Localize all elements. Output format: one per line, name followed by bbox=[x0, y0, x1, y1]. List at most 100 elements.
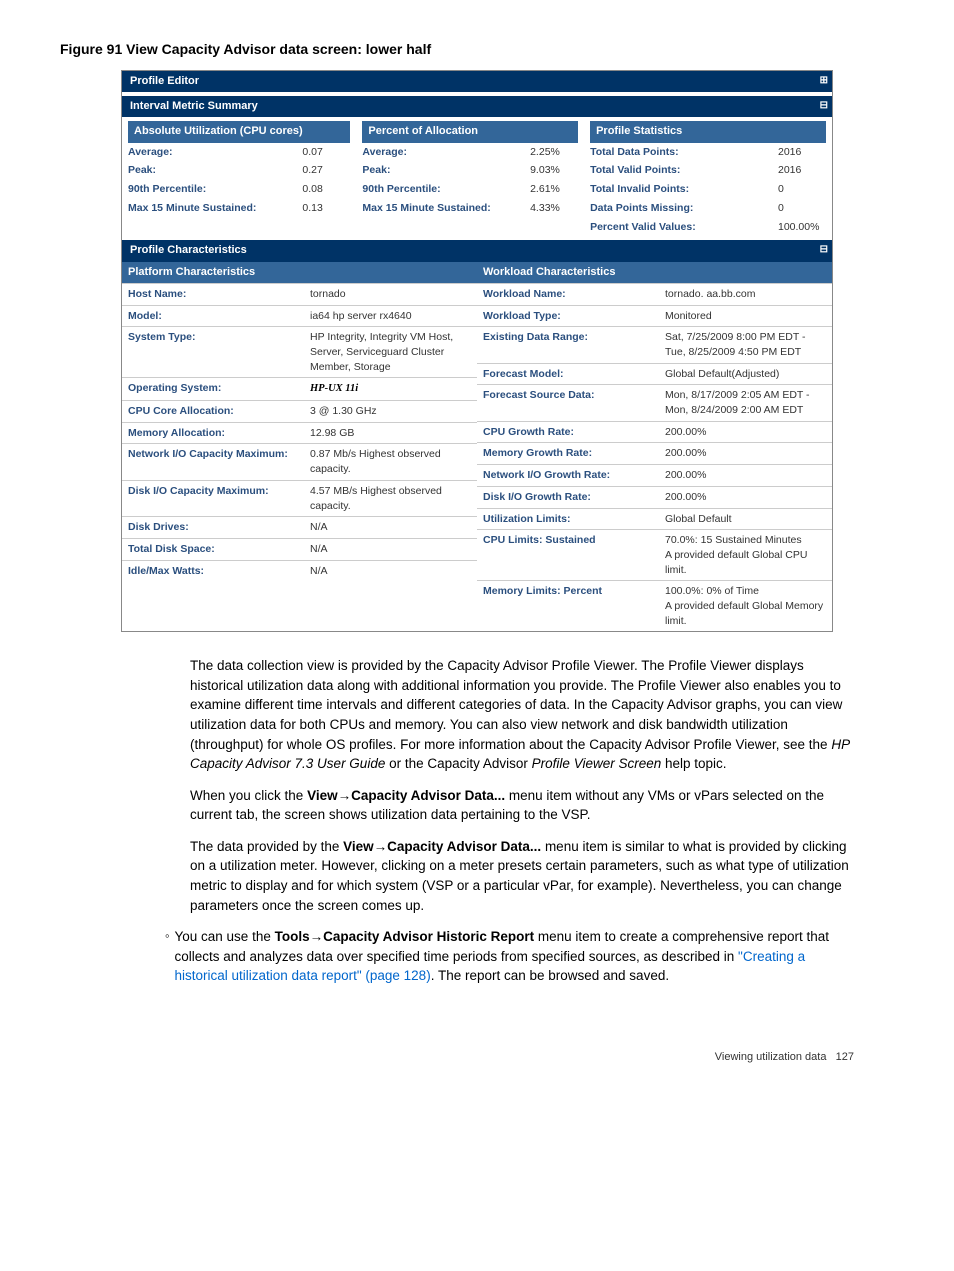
row-label: Model: bbox=[122, 305, 304, 327]
row-val: 200.00% bbox=[659, 486, 832, 508]
table-row: Disk I/O Capacity Maximum:4.57 MB/s High… bbox=[122, 480, 477, 516]
metric-val: 2.25% bbox=[530, 145, 578, 160]
paragraph: The data provided by the View→Capacity A… bbox=[190, 837, 854, 915]
metric-row: 90th Percentile:0.08 bbox=[128, 180, 350, 199]
row-val: Global Default(Adjusted) bbox=[659, 363, 832, 385]
text: The data collection view is provided by … bbox=[190, 658, 842, 751]
metric-row: Total Invalid Points:0 bbox=[590, 180, 826, 199]
profile-char-title: Profile Characteristics bbox=[130, 244, 247, 256]
metric-row: Data Points Missing:0 bbox=[590, 199, 826, 218]
table-row: Disk I/O Growth Rate:200.00% bbox=[477, 486, 832, 508]
table-row: Utilization Limits:Global Default bbox=[477, 508, 832, 530]
minus-icon[interactable]: ⊟ bbox=[820, 99, 828, 113]
metric-label: Peak: bbox=[128, 163, 302, 178]
row-val: ia64 hp server rx4640 bbox=[304, 305, 477, 327]
metric-label: 90th Percentile: bbox=[128, 182, 302, 197]
row-label: Disk I/O Growth Rate: bbox=[477, 486, 659, 508]
row-label: Memory Allocation: bbox=[122, 422, 304, 444]
metric-val: 0.27 bbox=[302, 163, 350, 178]
metric-val: 0.07 bbox=[302, 145, 350, 160]
table-row: CPU Growth Rate:200.00% bbox=[477, 421, 832, 443]
bold-text: View→Capacity Advisor Data... bbox=[307, 788, 505, 803]
metric-row: 90th Percentile:2.61% bbox=[362, 180, 578, 199]
profile-editor-header: Profile Editor ⊞ bbox=[122, 71, 832, 92]
metric-label: Max 15 Minute Sustained: bbox=[362, 201, 530, 216]
row-val: Monitored bbox=[659, 305, 832, 327]
metric-val: 9.03% bbox=[530, 163, 578, 178]
page-number: 127 bbox=[836, 1051, 854, 1063]
row-val: HP Integrity, Integrity VM Host, Server,… bbox=[304, 327, 477, 378]
row-val: 3 @ 1.30 GHz bbox=[304, 401, 477, 423]
text: or the Capacity Advisor bbox=[385, 756, 531, 771]
metric-label: Percent Valid Values: bbox=[590, 220, 778, 235]
screenshot-panel: Profile Editor ⊞ Interval Metric Summary… bbox=[121, 70, 833, 633]
table-row: Workload Type:Monitored bbox=[477, 305, 832, 327]
metric-val: 0 bbox=[778, 182, 826, 197]
text: help topic. bbox=[661, 756, 726, 771]
table-row: Forecast Source Data:Mon, 8/17/2009 2:05… bbox=[477, 385, 832, 421]
text: . The report can be browsed and saved. bbox=[431, 968, 669, 983]
table-row: Idle/Max Watts:N/A bbox=[122, 560, 477, 581]
table-row: Host Name:tornado bbox=[122, 283, 477, 305]
page-footer: Viewing utilization data 127 bbox=[60, 1050, 854, 1065]
row-label: Disk I/O Capacity Maximum: bbox=[122, 480, 304, 516]
abs-util-header: Absolute Utilization (CPU cores) bbox=[128, 121, 350, 142]
metric-label: Total Invalid Points: bbox=[590, 182, 778, 197]
row-label: Memory Limits: Percent bbox=[477, 581, 659, 632]
minus-icon[interactable]: ⊟ bbox=[820, 243, 828, 257]
metric-label: Total Valid Points: bbox=[590, 163, 778, 178]
row-label: Forecast Model: bbox=[477, 363, 659, 385]
platform-char-header: Platform Characteristics bbox=[122, 262, 477, 283]
metric-row: Total Valid Points:2016 bbox=[590, 161, 826, 180]
bullet-marker: ◦ bbox=[165, 927, 175, 990]
interval-metric-body: Absolute Utilization (CPU cores) Average… bbox=[122, 117, 832, 240]
metric-val: 2016 bbox=[778, 163, 826, 178]
row-label: Network I/O Growth Rate: bbox=[477, 465, 659, 487]
row-val: 4.57 MB/s Highest observed capacity. bbox=[304, 480, 477, 516]
row-label: CPU Limits: Sustained bbox=[477, 530, 659, 581]
row-val: Mon, 8/17/2009 2:05 AM EDT - Mon, 8/24/2… bbox=[659, 385, 832, 421]
platform-char-table: Host Name:tornado Model:ia64 hp server r… bbox=[122, 283, 477, 581]
table-row: System Type:HP Integrity, Integrity VM H… bbox=[122, 327, 477, 378]
row-val: 100.0%: 0% of Time A provided default Gl… bbox=[659, 581, 832, 632]
metric-row: Max 15 Minute Sustained:4.33% bbox=[362, 199, 578, 218]
row-val: 12.98 GB bbox=[304, 422, 477, 444]
metric-label: Peak: bbox=[362, 163, 530, 178]
profile-char-header: Profile Characteristics ⊟ bbox=[122, 240, 832, 261]
metric-label: Total Data Points: bbox=[590, 145, 778, 160]
interval-metric-title: Interval Metric Summary bbox=[130, 100, 258, 112]
table-row: Disk Drives:N/A bbox=[122, 517, 477, 539]
bullet-item: ◦ You can use the Tools→Capacity Advisor… bbox=[165, 927, 854, 990]
row-label: Workload Name: bbox=[477, 283, 659, 305]
row-label: Utilization Limits: bbox=[477, 508, 659, 530]
figure-caption: Figure 91 View Capacity Advisor data scr… bbox=[60, 40, 894, 60]
bold-text: Tools→Capacity Advisor Historic Report bbox=[275, 929, 535, 944]
metric-label: 90th Percentile: bbox=[362, 182, 530, 197]
plus-icon[interactable]: ⊞ bbox=[820, 74, 828, 88]
profile-stats-header: Profile Statistics bbox=[590, 121, 826, 142]
text: When you click the bbox=[190, 788, 307, 803]
row-label: Existing Data Range: bbox=[477, 327, 659, 363]
row-val: HP-UX 11i bbox=[304, 378, 477, 401]
metric-label: Data Points Missing: bbox=[590, 201, 778, 216]
row-val: 70.0%: 15 Sustained Minutes A provided d… bbox=[659, 530, 832, 581]
paragraph: When you click the View→Capacity Advisor… bbox=[190, 786, 854, 825]
row-val: 200.00% bbox=[659, 443, 832, 465]
table-row: Operating System:HP-UX 11i bbox=[122, 378, 477, 401]
workload-char-table: Workload Name:tornado. aa.bb.com Workloa… bbox=[477, 283, 832, 631]
metric-val: 0.08 bbox=[302, 182, 350, 197]
metric-val: 2016 bbox=[778, 145, 826, 160]
metric-row: Max 15 Minute Sustained:0.13 bbox=[128, 199, 350, 218]
pct-alloc-header: Percent of Allocation bbox=[362, 121, 578, 142]
metric-val: 4.33% bbox=[530, 201, 578, 216]
table-row: Existing Data Range:Sat, 7/25/2009 8:00 … bbox=[477, 327, 832, 363]
row-label: Disk Drives: bbox=[122, 517, 304, 539]
table-row: CPU Core Allocation:3 @ 1.30 GHz bbox=[122, 401, 477, 423]
row-val: N/A bbox=[304, 517, 477, 539]
row-val: tornado bbox=[304, 283, 477, 305]
bullet-content: You can use the Tools→Capacity Advisor H… bbox=[175, 927, 855, 990]
profile-char-body: Platform Characteristics Host Name:torna… bbox=[122, 262, 832, 632]
metric-val: 100.00% bbox=[778, 220, 826, 235]
row-label: Operating System: bbox=[122, 378, 304, 401]
metric-row: Average:2.25% bbox=[362, 143, 578, 162]
